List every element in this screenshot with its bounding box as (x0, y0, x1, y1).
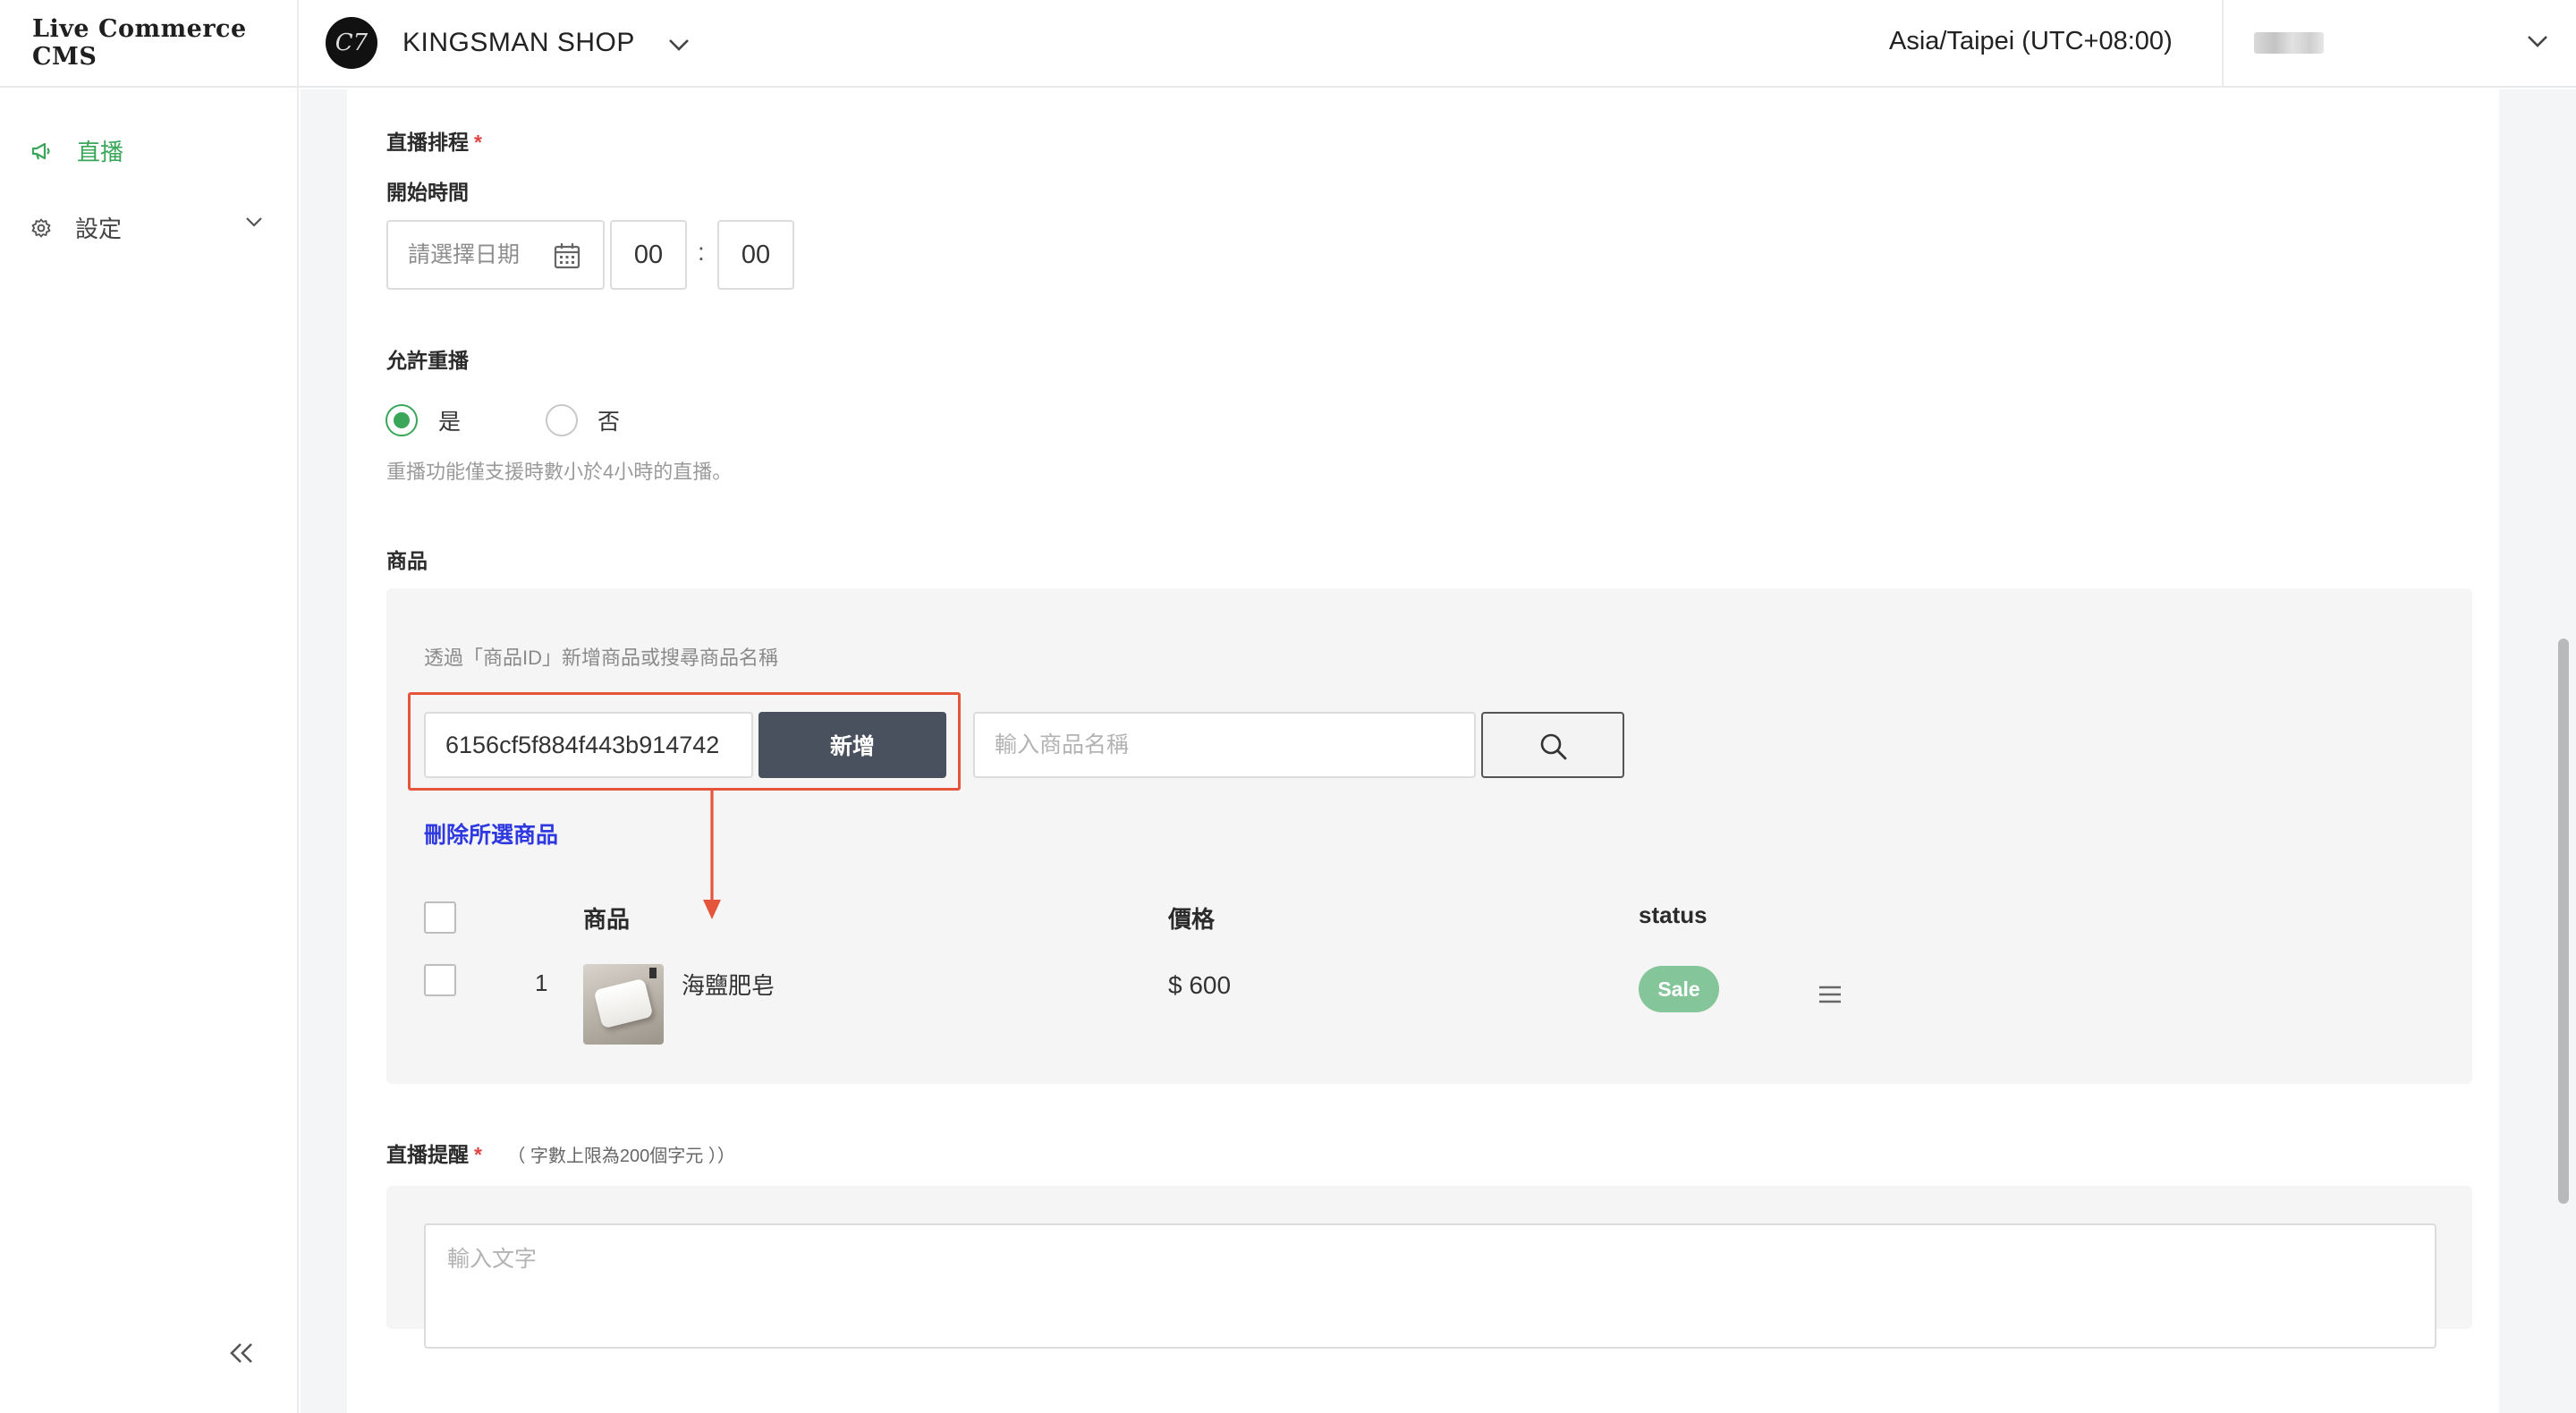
top-header: Live Commerce CMS C7 KINGSMAN SHOP Asia/… (0, 0, 2576, 88)
sidebar-item-settings[interactable]: 設定 (30, 211, 263, 244)
product-id-input[interactable] (424, 712, 753, 778)
products-instruction: 透過「商品ID」新增商品或搜尋商品名稱 (424, 647, 779, 669)
timezone-display: Asia/Taipei (UTC+08:00) (1889, 27, 2173, 55)
product-price: $ 600 (1168, 971, 1232, 999)
replay-hint: 重播功能僅支援時數小於4小時的直播。 (386, 461, 733, 483)
search-icon (1540, 733, 1567, 760)
reminder-label: 直播提醒 * （ 字數上限為200個字元 ）） (386, 1138, 735, 1168)
reminder-label-text: 直播提醒 (386, 1143, 469, 1166)
column-header-price: 價格 (1168, 906, 1216, 933)
time-separator: : (698, 238, 705, 266)
soap-image (593, 977, 654, 1029)
row-index: 1 (535, 969, 548, 996)
column-header-product: 商品 (583, 906, 631, 933)
user-menu[interactable] (2222, 0, 2576, 88)
sidebar: 直播 設定 (0, 88, 299, 1413)
gear-icon (31, 218, 51, 237)
schedule-label: 直播排程 * (386, 125, 482, 156)
row-checkbox[interactable] (424, 964, 456, 996)
replay-yes-radio[interactable] (386, 404, 418, 436)
char-limit-note: （ 字數上限為200個字元 ）） (507, 1146, 735, 1166)
reminder-textarea[interactable] (424, 1223, 2436, 1349)
shop-name: KINGSMAN SHOP (402, 28, 635, 57)
replay-no-radio[interactable] (546, 404, 578, 436)
tag-mark (649, 968, 657, 978)
start-time-label: 開始時間 (386, 181, 469, 204)
required-mark: * (474, 131, 482, 154)
product-name: 海鹽肥皂 (682, 972, 775, 999)
replay-yes-label: 是 (438, 410, 462, 435)
chevron-down-icon (246, 217, 262, 227)
replay-label: 允許重播 (386, 349, 469, 372)
avatar (2254, 32, 2324, 54)
search-button[interactable] (1481, 712, 1624, 778)
sidebar-item-live[interactable]: 直播 (30, 134, 123, 167)
sidebar-item-label: 直播 (77, 139, 124, 165)
required-mark: * (474, 1143, 482, 1166)
arrow-annotation (703, 791, 721, 919)
date-picker[interactable] (386, 220, 605, 290)
products-label: 商品 (386, 549, 428, 572)
scrollbar[interactable] (2558, 639, 2569, 1204)
schedule-label-text: 直播排程 (386, 131, 469, 154)
status-badge: Sale (1639, 966, 1719, 1012)
date-input[interactable] (388, 222, 549, 288)
drag-handle-icon[interactable] (1818, 984, 1843, 1005)
select-all-checkbox[interactable] (424, 901, 456, 934)
shop-logo: C7 (326, 17, 377, 69)
add-product-button[interactable]: 新增 (758, 712, 946, 778)
app-title: Live Commerce CMS (0, 0, 299, 87)
delete-selected-link[interactable]: 刪除所選商品 (424, 817, 558, 850)
product-thumbnail (583, 964, 664, 1045)
shop-switcher[interactable]: C7 KINGSMAN SHOP (299, 0, 691, 87)
minute-input[interactable]: 00 (717, 220, 794, 290)
sidebar-item-label: 設定 (75, 216, 123, 242)
collapse-sidebar-icon[interactable] (229, 1341, 254, 1365)
megaphone-icon (31, 142, 50, 159)
calendar-icon (554, 243, 580, 269)
product-name-search-input[interactable] (973, 712, 1476, 778)
hour-input[interactable]: 00 (610, 220, 687, 290)
column-header-status: status (1639, 901, 1707, 928)
chevron-down-icon (2528, 36, 2547, 47)
replay-no-label: 否 (597, 410, 621, 435)
chevron-down-icon (668, 39, 689, 51)
